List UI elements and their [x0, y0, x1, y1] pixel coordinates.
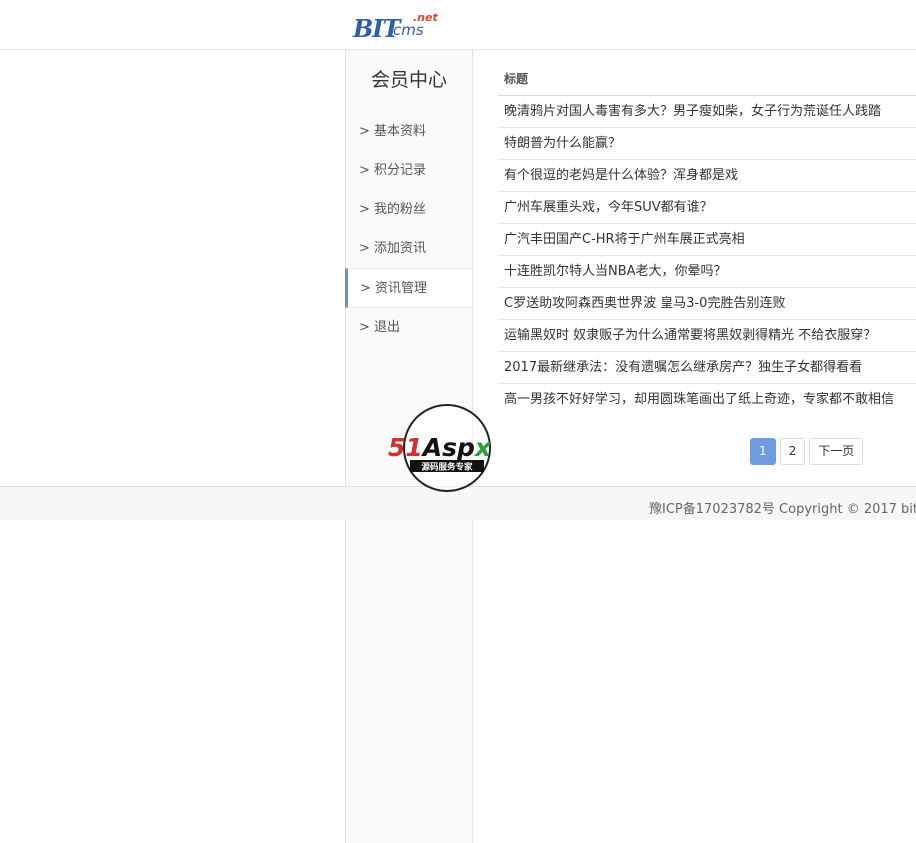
- sidebar-menu: > 基本资料 > 积分记录 > 我的粉丝 > 添加资讯 > 资讯管理 > 退出: [345, 112, 472, 347]
- next-page-button[interactable]: 下一页: [809, 438, 864, 465]
- page-2-button[interactable]: 2: [779, 438, 806, 465]
- page-1-button[interactable]: 1: [750, 438, 776, 465]
- watermark-tagline: 源码服务专家: [421, 462, 473, 473]
- logo-suffix-text: .net: [413, 11, 438, 24]
- list-item[interactable]: 特朗普为什么能赢？: [498, 128, 916, 160]
- watermark-icon: 51Aspx 源码服务专家: [388, 404, 492, 492]
- list-item[interactable]: 有个很逗的老妈是什么体验？浑身都是戏: [498, 160, 916, 192]
- sidebar-item-add-news[interactable]: > 添加资讯: [346, 229, 472, 268]
- footer-copyright: 豫ICP备17023782号 Copyright © 2017 bitcms: [649, 502, 916, 517]
- site-logo[interactable]: BIT cms .net: [353, 8, 443, 44]
- header: BIT cms .net: [0, 0, 916, 50]
- sidebar-item-fans[interactable]: > 我的粉丝: [346, 190, 472, 229]
- list-item[interactable]: 运输黑奴时 奴隶贩子为什么通常要将黑奴剥得精光 不给衣服穿？: [498, 320, 916, 352]
- list-header-title: 标题: [498, 60, 916, 96]
- list-item[interactable]: 十连胜凯尔特人当NBA老大，你晕吗？: [498, 256, 916, 288]
- news-list: 标题 晚清鸦片对国人毒害有多大？男子瘦如柴，女子行为荒诞任人践踏 特朗普为什么能…: [498, 60, 916, 416]
- list-item[interactable]: 2017最新继承法：没有遗嘱怎么继承房产？独生子女都得看看: [498, 352, 916, 384]
- sidebar-item-manage-news[interactable]: > 资讯管理: [345, 268, 472, 308]
- sidebar-item-points[interactable]: > 积分记录: [346, 151, 472, 190]
- list-item[interactable]: 广汽丰田国产C-HR将于广州车展正式亮相: [498, 224, 916, 256]
- list-item[interactable]: C罗送助攻阿森西奥世界波 皇马3-0完胜告别连败: [498, 288, 916, 320]
- list-item[interactable]: 晚清鸦片对国人毒害有多大？男子瘦如柴，女子行为荒诞任人践踏: [498, 96, 916, 128]
- list-item[interactable]: 广州车展重头戏，今年SUV都有谁？: [498, 192, 916, 224]
- sidebar-title: 会员中心: [370, 69, 447, 91]
- watermark-brand: 51Aspx: [388, 433, 492, 462]
- sidebar-item-logout[interactable]: > 退出: [346, 308, 472, 347]
- page: BIT cms .net 会员中心 > 基本资料 > 积分记录 > 我的粉丝 >…: [0, 0, 916, 843]
- watermark-logo: 51Aspx 源码服务专家: [386, 402, 512, 494]
- sidebar-item-profile[interactable]: > 基本资料: [346, 112, 472, 151]
- pagination: 1 2 下一页: [750, 438, 867, 465]
- list-item[interactable]: 高一男孩不好好学习，却用圆珠笔画出了纸上奇迹，专家都不敢相信: [498, 384, 916, 416]
